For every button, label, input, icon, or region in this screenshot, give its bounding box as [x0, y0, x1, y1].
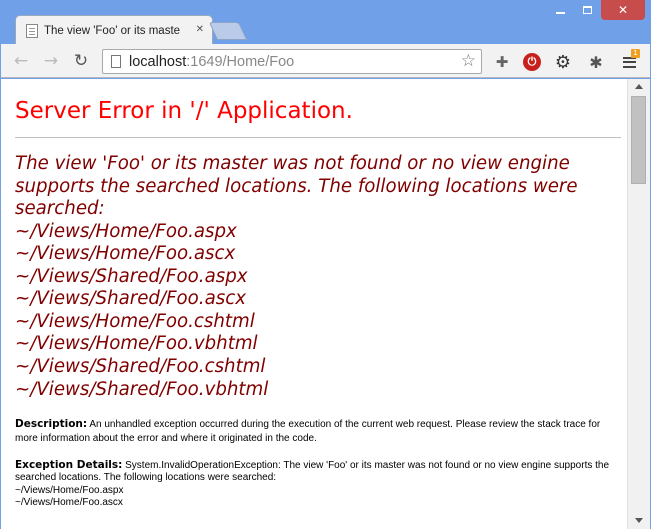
extension-puzzle-button[interactable]: ✚ — [491, 51, 513, 73]
title-divider — [15, 137, 621, 138]
adblock-icon: ⏻ — [523, 53, 541, 71]
reload-icon[interactable]: ↻ — [71, 51, 91, 71]
list-item: ~/Views/Shared/Foo.ascx — [15, 288, 246, 310]
page-title: Server Error in '/' Application. — [15, 98, 353, 124]
address-bar[interactable]: localhost:1649/Home/Foo ☆ — [102, 49, 482, 74]
list-item: ~/Views/Shared/Foo.vbhtml — [15, 378, 269, 400]
menu-notification-badge: 1 — [631, 49, 640, 58]
browser-toolbar: ← → ↻ localhost:1649/Home/Foo ☆ ✚ ⏻ ⚙ ✱ … — [1, 44, 650, 78]
minimize-button[interactable] — [547, 0, 574, 20]
bug-icon: ✱ — [589, 52, 603, 72]
url-host: localhost — [129, 53, 187, 70]
page-icon — [111, 55, 121, 68]
gear-icon: ⚙ — [554, 51, 572, 73]
hamburger-menu-icon — [622, 56, 636, 68]
scrollbar-thumb[interactable] — [631, 96, 646, 184]
bookmark-star-icon[interactable]: ☆ — [461, 51, 476, 71]
exception-label: Exception Details: — [15, 459, 123, 472]
close-icon: ✕ — [617, 3, 629, 17]
url-path: :1649/Home/Foo — [186, 53, 295, 70]
back-arrow-icon[interactable]: ← — [11, 51, 31, 71]
window-controls: ✕ — [547, 0, 645, 20]
scroll-up-arrow-icon[interactable] — [635, 84, 643, 89]
vertical-scrollbar[interactable] — [627, 79, 650, 529]
forward-arrow-icon[interactable]: → — [41, 51, 61, 71]
browser-window: ✕ The view 'Foo' or its maste ✕ ← → ↻ lo… — [0, 0, 651, 529]
description-text: An unhandled exception occurred during t… — [15, 419, 601, 444]
extension-adblock-button[interactable]: ⏻ — [521, 51, 543, 73]
exception-details-section: Exception Details: System.InvalidOperati… — [15, 459, 620, 509]
list-item: ~/Views/Home/Foo.aspx — [15, 484, 124, 496]
maximize-icon — [583, 6, 592, 14]
extension-settings-button[interactable]: ⚙ — [552, 51, 574, 73]
new-tab-button[interactable] — [208, 22, 248, 40]
description-label: Description: — [15, 418, 88, 431]
list-item: ~/Views/Home/Foo.vbhtml — [15, 333, 258, 355]
list-item: ~/Views/Shared/Foo.cshtml — [15, 356, 266, 378]
list-item: ~/Views/Home/Foo.ascx — [15, 243, 236, 265]
browser-tab[interactable]: The view 'Foo' or its maste ✕ — [15, 15, 213, 45]
scroll-down-arrow-icon[interactable] — [635, 518, 643, 523]
tab-close-icon[interactable]: ✕ — [196, 24, 204, 35]
chrome-menu-button[interactable]: 1 — [618, 49, 640, 73]
page-content: Server Error in '/' Application. The vie… — [1, 79, 627, 529]
searched-locations-list: ~/Views/Home/Foo.aspx ~/Views/Home/Foo.a… — [15, 221, 627, 402]
minimize-icon — [556, 11, 565, 14]
description-section: Description: An unhandled exception occu… — [15, 418, 620, 445]
puzzle-icon: ✚ — [495, 53, 509, 71]
list-item: ~/Views/Home/Foo.ascx — [15, 496, 123, 508]
maximize-button[interactable] — [574, 0, 601, 20]
tab-title: The view 'Foo' or its maste — [44, 24, 181, 37]
close-window-button[interactable]: ✕ — [601, 0, 645, 20]
error-message: The view 'Foo' or its master was not fou… — [15, 153, 578, 219]
list-item: ~/Views/Shared/Foo.aspx — [15, 265, 248, 287]
extension-bug-button[interactable]: ✱ — [585, 51, 607, 73]
list-item: ~/Views/Home/Foo.cshtml — [15, 310, 255, 332]
page-favicon-icon — [26, 23, 38, 38]
list-item: ~/Views/Home/Foo.aspx — [15, 220, 237, 242]
